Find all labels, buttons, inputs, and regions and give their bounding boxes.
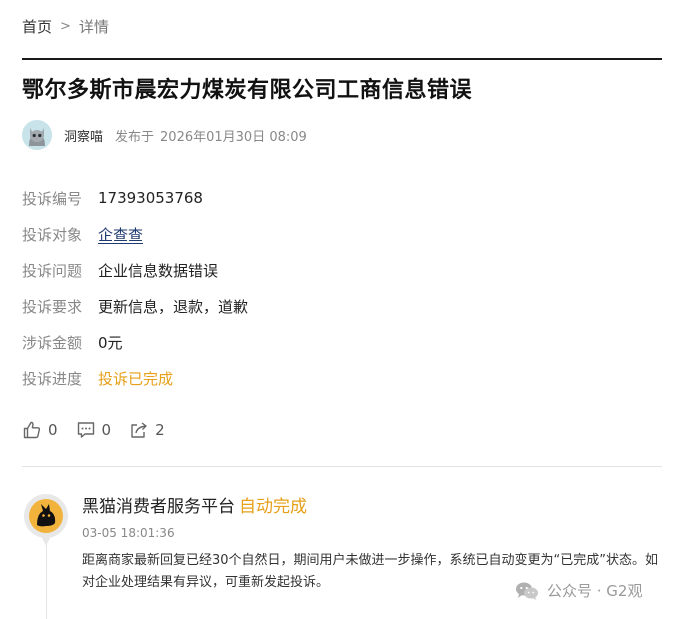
info-value: 企业信息数据错误	[98, 261, 219, 280]
info-row-complaint-id: 投诉编号 17393053768	[22, 180, 248, 216]
breadcrumb-separator: >	[60, 19, 71, 34]
info-row-complaint-target: 投诉对象 企查查	[22, 216, 248, 252]
avatar-pin	[41, 536, 51, 546]
share-count: 2	[155, 421, 165, 439]
complaint-target-link[interactable]: 企查查	[98, 224, 143, 245]
info-value: 0元	[98, 333, 123, 352]
comment-icon	[77, 422, 94, 438]
watermark: 公众号 · G2观	[515, 580, 642, 601]
info-label: 涉诉金额	[22, 333, 83, 352]
info-row-complaint-progress: 投诉进度 投诉已完成	[22, 360, 248, 396]
info-label: 投诉要求	[22, 297, 83, 316]
info-value: 17393053768	[98, 189, 203, 207]
action-bar: 0 0 2	[22, 418, 183, 442]
info-label: 投诉对象	[22, 225, 83, 244]
breadcrumb-current: 详情	[78, 18, 109, 36]
info-value: 更新信息，退款，道歉	[98, 297, 249, 316]
info-row-complaint-amount: 涉诉金额 0元	[22, 324, 248, 360]
watermark-text: 公众号 · G2观	[547, 582, 643, 600]
cat-avatar-icon[interactable]	[22, 120, 52, 150]
author-name[interactable]: 洞察喵	[64, 126, 103, 145]
share-button[interactable]: 2	[129, 420, 165, 440]
info-label: 投诉进度	[22, 369, 83, 388]
reply-org-name[interactable]: 黑猫消费者服务平台	[82, 497, 235, 517]
header-divider	[22, 58, 662, 60]
reply-header: 黑猫消费者服务平台 自动完成	[82, 496, 307, 518]
like-button[interactable]: 0	[22, 420, 58, 440]
reply-time: 03-05 18:01:36	[82, 526, 175, 540]
complaint-status: 投诉已完成	[98, 369, 174, 388]
publish-time: 2026年01月30日 08:09	[160, 129, 307, 145]
wechat-icon	[516, 582, 538, 600]
reply-status: 自动完成	[239, 497, 307, 517]
like-count: 0	[48, 421, 58, 439]
info-row-complaint-issue: 投诉问题 企业信息数据错误	[22, 252, 248, 288]
breadcrumb-home-link[interactable]: 首页	[22, 17, 52, 37]
black-cat-logo-icon[interactable]	[24, 494, 68, 538]
timeline-line	[46, 540, 47, 619]
info-row-complaint-demand: 投诉要求 更新信息，退款，道歉	[22, 288, 248, 324]
thumbs-up-icon	[23, 421, 41, 439]
section-divider	[22, 466, 662, 467]
breadcrumb: 首页 > 详情	[22, 17, 109, 37]
comment-count: 0	[101, 421, 112, 439]
info-label: 投诉问题	[22, 261, 83, 280]
author-row: 洞察喵 发布于 2026年01月30日 08:09	[22, 120, 307, 150]
complaint-info-list: 投诉编号 17393053768 投诉对象 企查查 投诉问题 企业信息数据错误 …	[22, 180, 248, 396]
share-icon	[131, 422, 147, 438]
publish-label: 发布于	[115, 129, 155, 145]
info-label: 投诉编号	[22, 189, 83, 208]
page-title: 鄂尔多斯市晨宏力煤炭有限公司工商信息错误	[22, 78, 473, 103]
comment-button[interactable]: 0	[76, 420, 112, 440]
